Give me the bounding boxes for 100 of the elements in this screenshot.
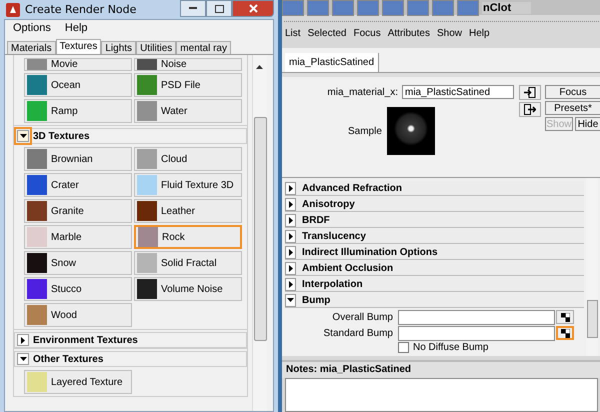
close-icon (248, 4, 258, 13)
tab[interactable]: Utilities (136, 41, 176, 54)
texture-tile[interactable]: Fluid Texture 3D (134, 173, 242, 197)
menu-item[interactable]: Help (468, 28, 490, 42)
node-tab[interactable]: mia_PlasticSatined (285, 53, 380, 72)
scrollbar[interactable] (586, 178, 598, 356)
attribute-section-header[interactable]: Translucency (285, 229, 584, 244)
expand-toggle[interactable] (17, 334, 29, 346)
expand-toggle[interactable] (17, 353, 29, 365)
menu-item[interactable]: List (285, 28, 301, 42)
checkbox[interactable] (398, 342, 409, 353)
close-button[interactable] (232, 0, 274, 17)
menu-item[interactable]: Help (64, 22, 88, 35)
arrow-into-box-icon (524, 87, 536, 98)
attribute-section-header[interactable]: Advanced Refraction (285, 181, 584, 196)
attribute-section-header[interactable]: Anisotropy (285, 197, 584, 212)
caret-right-icon (288, 216, 292, 224)
texture-tile[interactable]: Crater (24, 173, 132, 197)
texture-tile[interactable]: Marble (24, 225, 132, 249)
input-connections-button[interactable] (519, 85, 541, 100)
material-name-field[interactable]: mia_PlasticSatined (402, 85, 514, 99)
section-title: Indirect Illumination Options (302, 246, 438, 258)
section-title: Ambient Occlusion (302, 262, 394, 274)
texture-tile[interactable]: Cloud (134, 147, 242, 171)
texture-tile[interactable]: Solid Fractal (134, 251, 242, 275)
caret-right-icon (288, 184, 292, 192)
map-texture-button[interactable] (556, 326, 574, 340)
texture-tile[interactable]: Movie (24, 58, 132, 71)
caret-down-icon (287, 298, 294, 302)
field-label: Overall Bump (332, 312, 393, 322)
shelf-tab[interactable]: nClot (482, 2, 532, 14)
attribute-section-header[interactable]: Bump (285, 293, 584, 308)
texture-tile[interactable]: Leather (134, 199, 242, 223)
maximize-button[interactable] (206, 0, 232, 17)
texture-tile[interactable]: Granite (24, 199, 132, 223)
section-title: Advanced Refraction (302, 182, 402, 194)
texture-tile[interactable]: Snow (24, 251, 132, 275)
section-title: Interpolation (302, 278, 363, 290)
editor-button[interactable]: Focus (545, 85, 600, 99)
caret-down-icon (20, 134, 26, 138)
scrollbar[interactable] (252, 55, 267, 411)
expand-toggle[interactable] (17, 130, 29, 142)
attribute-section-header[interactable]: Ambient Occlusion (285, 261, 584, 276)
editor-button[interactable]: Presets* (545, 101, 600, 115)
section-header[interactable]: Environment Textures (14, 332, 247, 348)
scrollbar-thumb[interactable] (587, 300, 598, 338)
section-title: Bump (302, 294, 330, 306)
texture-tile[interactable]: Water (134, 99, 242, 123)
texture-tile[interactable]: Noise (134, 58, 242, 71)
attribute-section-header[interactable]: Interpolation (285, 277, 584, 292)
expand-toggle[interactable] (285, 182, 296, 194)
caret-down-icon (20, 357, 26, 361)
checkbox-label: No Diffuse Bump (413, 342, 488, 353)
expand-toggle[interactable] (285, 246, 296, 258)
expand-toggle[interactable] (285, 294, 296, 306)
editor-button[interactable]: Hide (575, 117, 600, 131)
attribute-section-header[interactable]: BRDF (285, 213, 584, 228)
texture-tile[interactable]: Rock (134, 225, 242, 249)
menu-item[interactable]: Attributes (388, 28, 430, 42)
attribute-section-header[interactable]: Indirect Illumination Options (285, 245, 584, 260)
menu-item[interactable]: Focus (353, 28, 381, 42)
expand-toggle[interactable] (285, 262, 296, 274)
expand-toggle[interactable] (285, 198, 296, 210)
texture-tile[interactable]: Stucco (24, 277, 132, 301)
scrollbar-thumb[interactable] (254, 117, 267, 341)
notes-text-area[interactable] (285, 378, 598, 412)
sample-label: Sample (348, 126, 382, 136)
checker-icon (560, 328, 570, 338)
minimize-button[interactable] (180, 0, 206, 17)
tab[interactable]: Textures (56, 39, 102, 54)
tab[interactable]: Lights (101, 41, 136, 54)
texture-tile[interactable]: Ramp (24, 99, 132, 123)
texture-tile[interactable]: Wood (24, 303, 132, 327)
expand-toggle[interactable] (285, 230, 296, 242)
section-header[interactable]: 3D Textures (14, 128, 247, 144)
section-header[interactable]: Other Textures (14, 351, 247, 367)
caret-right-icon (288, 264, 292, 272)
texture-tile[interactable]: Ocean (24, 73, 132, 97)
arrow-out-box-icon (524, 104, 536, 115)
field-label: Standard Bump (324, 328, 393, 338)
section-title: Anisotropy (302, 198, 355, 210)
texture-tile[interactable]: Brownian (24, 147, 132, 171)
texture-tile[interactable]: Layered Texture (24, 370, 132, 394)
tab[interactable]: mental ray (176, 41, 231, 54)
texture-tile[interactable]: Volume Noise (134, 277, 242, 301)
menu-item[interactable]: Selected (308, 28, 346, 42)
material-label: mia_material_x: (327, 86, 398, 98)
expand-toggle[interactable] (285, 278, 296, 290)
notes-label: Notes: mia_PlasticSatined (282, 360, 600, 378)
scroll-up-icon (256, 65, 263, 69)
expand-toggle[interactable] (285, 214, 296, 226)
maximize-icon (214, 4, 224, 12)
input-field[interactable] (398, 326, 555, 340)
tab[interactable]: Materials (7, 41, 56, 54)
menu-item[interactable]: Options (13, 22, 51, 35)
map-texture-button[interactable] (556, 310, 574, 324)
texture-tile[interactable]: PSD File (134, 73, 242, 97)
menu-item[interactable]: Show (436, 28, 462, 42)
output-connections-button[interactable] (519, 102, 541, 117)
input-field[interactable] (398, 310, 555, 324)
